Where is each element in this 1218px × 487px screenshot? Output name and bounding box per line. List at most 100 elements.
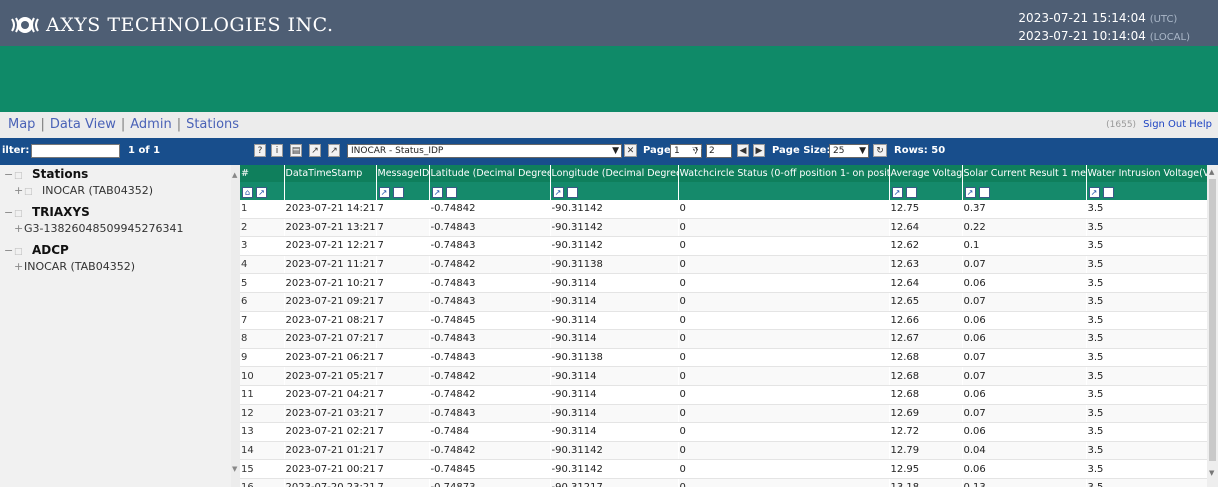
next-page-icon[interactable]: ▶ [753, 144, 765, 157]
collapse-icon[interactable]: − [4, 168, 14, 181]
table-row[interactable]: 142023-07-21 01:21:407-0.74842-90.311420… [240, 441, 1207, 461]
cell-water-intrusion: 3.5 [1086, 311, 1207, 331]
table-row[interactable]: 152023-07-21 00:21:407-0.74845-90.311420… [240, 459, 1207, 479]
cell-longitude: -90.3114 [550, 292, 679, 312]
column-checkbox[interactable] [1102, 187, 1114, 198]
column-checkbox[interactable] [905, 187, 917, 198]
column-header-solar-current[interactable]: Solar Current Result 1 mean [962, 165, 1087, 182]
refresh-icon[interactable]: ↻ [873, 144, 887, 157]
column-header-water-intrusion[interactable]: Water Intrusion Voltage(V) [1086, 165, 1207, 182]
nav-links: Map | Data View | Admin | Stations [8, 117, 239, 132]
page-size-select[interactable]: 25 ▼ [829, 144, 869, 158]
nav-link-data-view[interactable]: Data View [50, 117, 116, 132]
filter-label: ilter: [2, 145, 30, 156]
tree-group-adcp[interactable]: −□ ADCP [4, 243, 69, 259]
filter-input[interactable] [31, 144, 120, 158]
table-row[interactable]: 82023-07-21 07:21:407-0.74843-90.3114012… [240, 329, 1207, 349]
sign-out-link[interactable]: Sign Out [1143, 119, 1186, 130]
cell-message-id: 7 [376, 478, 430, 487]
chart-icon[interactable]: ↗ [552, 187, 564, 198]
chart-icon[interactable]: ↗ [378, 187, 390, 198]
scroll-up-icon[interactable]: ▲ [1209, 168, 1214, 176]
company-name: AXYS TECHNOLOGIES INC. [46, 14, 334, 36]
dataset-select[interactable]: INOCAR - Status_IDP ▼ [347, 144, 622, 158]
nav-link-stations[interactable]: Stations [186, 117, 239, 132]
cell-water-intrusion: 3.5 [1086, 478, 1207, 487]
table-row[interactable]: 132023-07-21 02:21:407-0.7484-90.3114012… [240, 422, 1207, 442]
help-button[interactable]: ? [254, 144, 266, 157]
table-row[interactable]: 102023-07-21 05:21:407-0.74842-90.311401… [240, 366, 1207, 386]
cell-latitude: -0.74843 [429, 218, 551, 238]
cell-watchcircle: 0 [678, 422, 890, 442]
table-row[interactable]: 52023-07-21 10:21:407-0.74843-90.3114012… [240, 273, 1207, 293]
column-header-index[interactable]: # [240, 165, 285, 182]
column-checkbox[interactable] [978, 187, 990, 198]
column-chart-toggles-row: ⌂ ↗ ↗ ↗ ↗ ↗ ↗ ↗ [240, 182, 1207, 200]
table-row[interactable]: 32023-07-21 12:21:407-0.74843-90.3114201… [240, 236, 1207, 256]
table-row[interactable]: 72023-07-21 08:21:407-0.74845-90.3114012… [240, 311, 1207, 331]
chart-icon[interactable]: ↗ [1088, 187, 1100, 198]
cell-watchcircle: 0 [678, 459, 890, 479]
cell-message-id: 7 [376, 348, 430, 368]
table-row[interactable]: 162023-07-20 23:21:407-0.74873-90.312170… [240, 478, 1207, 487]
cell-solar-current: 0.06 [962, 422, 1087, 442]
cell-watchcircle: 0 [678, 292, 890, 312]
column-checkbox[interactable] [445, 187, 457, 198]
chart-icon[interactable]: ↗ [964, 187, 976, 198]
column-header-voltage[interactable]: Average Voltage [889, 165, 963, 182]
expand-icon[interactable]: + [14, 260, 24, 273]
column-checkbox[interactable] [392, 187, 404, 198]
tree-group-stations[interactable]: −□ Stations [4, 167, 88, 183]
chart-icon[interactable]: ↗ [891, 187, 903, 198]
multi-chart-icon[interactable]: ↗ [256, 187, 267, 198]
cell-solar-current: 0.06 [962, 273, 1087, 293]
scroll-up-icon[interactable]: ▲ [232, 171, 237, 179]
prev-page-icon[interactable]: ◀ [737, 144, 749, 157]
local-clock: 2023-07-21 10:14:04 (LOCAL) [1018, 28, 1190, 46]
collapse-icon[interactable]: − [4, 244, 14, 257]
cell-solar-current: 0.07 [962, 404, 1087, 424]
sidebar-splitter[interactable]: ▲ ▼ [231, 165, 240, 487]
chart-icon[interactable]: ↗ [431, 187, 443, 198]
clear-icon[interactable]: ✕ [624, 144, 637, 157]
page-size-value: 25 [833, 146, 845, 156]
column-header-watchcircle[interactable]: Watchcircle Status (0-off position 1- on… [678, 165, 890, 182]
document-icon[interactable]: ▤ [290, 144, 302, 157]
table-row[interactable]: 112023-07-21 04:21:407-0.74842-90.311401… [240, 385, 1207, 405]
cell-timestamp: 2023-07-21 04:21:40 [284, 385, 377, 405]
tree-item-inocar-adcp[interactable]: +INOCAR (TAB04352) [14, 260, 135, 276]
expand-icon[interactable]: + [14, 184, 24, 197]
nav-link-admin[interactable]: Admin [130, 117, 171, 132]
cell-latitude: -0.74873 [429, 478, 551, 487]
tree-group-triaxys[interactable]: −□ TRIAXYS [4, 205, 90, 221]
column-header-latitude[interactable]: Latitude (Decimal Degrees) [429, 165, 551, 182]
table-header-row: # DataTimeStamp MessageID Latitude (Deci… [240, 165, 1207, 182]
expand-icon[interactable]: + [14, 222, 24, 235]
tree-item-g3[interactable]: +G3-13826048509945276341 [14, 222, 183, 238]
scroll-down-icon[interactable]: ▼ [1209, 469, 1214, 477]
column-header-longitude[interactable]: Longitude (Decimal Degrees) [550, 165, 679, 182]
nav-link-map[interactable]: Map [8, 117, 35, 132]
home-chart-icon[interactable]: ⌂ [242, 187, 253, 198]
info-button[interactable]: i [271, 144, 283, 157]
column-tools-voltage: ↗ [889, 182, 963, 200]
table-scrollbar[interactable]: ▲ ▼ [1207, 165, 1218, 487]
table-row[interactable]: 12023-07-21 14:21:407-0.74842-90.3114201… [240, 200, 1207, 219]
collapse-icon[interactable]: − [4, 206, 14, 219]
cell-message-id: 7 [376, 385, 430, 405]
table-row[interactable]: 92023-07-21 06:21:407-0.74843-90.3113801… [240, 348, 1207, 368]
help-link[interactable]: Help [1189, 119, 1212, 130]
table-row[interactable]: 122023-07-21 03:21:407-0.74843-90.311401… [240, 404, 1207, 424]
column-header-timestamp[interactable]: DataTimeStamp [284, 165, 377, 182]
scrollbar-thumb[interactable] [1209, 179, 1216, 461]
chart-multi-icon[interactable]: ↗ [309, 144, 321, 157]
cell-longitude: -90.31142 [550, 236, 679, 256]
chart-icon[interactable]: ↗ [328, 144, 340, 157]
column-header-message-id[interactable]: MessageID [376, 165, 430, 182]
table-row[interactable]: 22023-07-21 13:21:407-0.74843-90.3114201… [240, 218, 1207, 238]
scroll-down-icon[interactable]: ▼ [232, 465, 237, 473]
tree-item-inocar[interactable]: +□ INOCAR (TAB04352) [14, 184, 153, 200]
column-checkbox[interactable] [566, 187, 578, 198]
table-row[interactable]: 42023-07-21 11:21:407-0.74842-90.3113801… [240, 255, 1207, 275]
table-row[interactable]: 62023-07-21 09:21:407-0.74843-90.3114012… [240, 292, 1207, 312]
